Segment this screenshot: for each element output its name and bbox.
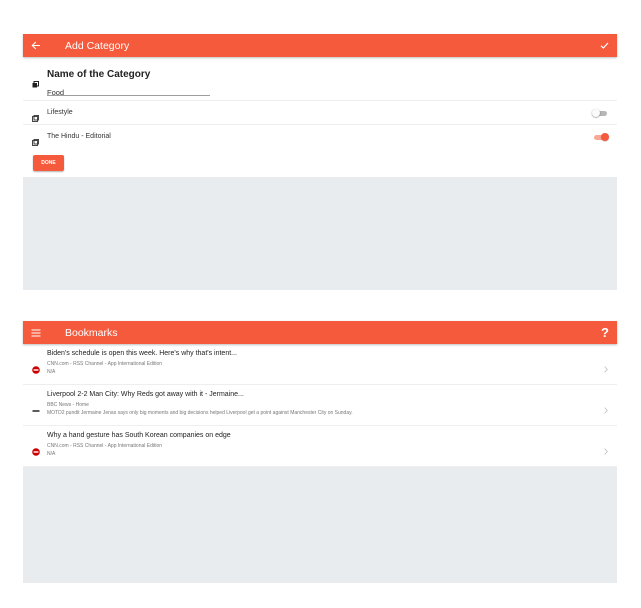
toggle-thumb — [601, 133, 609, 141]
category-stack-icon — [32, 75, 39, 93]
toggle-thumb — [592, 109, 600, 117]
category-name-field-container — [47, 82, 210, 99]
cnn-logo-icon — [32, 361, 40, 379]
menu-hamburger-icon[interactable] — [31, 328, 47, 337]
page-title: Add Category — [65, 39, 130, 52]
bookmark-item[interactable]: Liverpool 2-2 Man City: Why Reds got awa… — [23, 385, 617, 426]
page-title: Bookmarks — [65, 326, 118, 339]
bookmark-item[interactable]: Why a hand gesture has South Korean comp… — [23, 426, 617, 467]
feed-row-the-hindu-editorial[interactable]: The Hindu - Editorial — [23, 124, 617, 148]
help-button[interactable]: ? — [601, 325, 609, 340]
category-name-input[interactable] — [47, 86, 210, 99]
chevron-right-icon — [604, 360, 608, 378]
confirm-check-icon[interactable] — [600, 40, 609, 52]
empty-content-area — [23, 177, 617, 290]
bookmark-source: BBC News - Home — [47, 402, 89, 408]
bookmark-item[interactable]: Biden's schedule is open this week. Here… — [23, 344, 617, 385]
add-category-screen: Add Category Name of the Category Lifest… — [23, 34, 617, 290]
back-arrow-icon[interactable] — [31, 41, 47, 50]
bookmarks-app-bar: Bookmarks ? — [23, 321, 617, 344]
chevron-right-icon — [604, 442, 608, 460]
feed-row-lifestyle[interactable]: Lifestyle — [23, 100, 617, 124]
done-button[interactable]: DONE — [33, 155, 64, 171]
empty-content-area — [23, 467, 617, 583]
bookmark-description: N/A — [47, 369, 56, 375]
add-category-app-bar: Add Category — [23, 34, 617, 57]
bookmark-description: N/A — [47, 451, 56, 457]
category-name-section: Name of the Category — [23, 57, 617, 100]
bookmarks-screen: Bookmarks ? Biden's schedule is open thi… — [23, 321, 617, 583]
bookmark-description: MOTD2 pundit Jermaine Jenas says only bi… — [47, 410, 353, 416]
feed-label: Lifestyle — [47, 109, 73, 116]
bookmark-source: CNN.com - RSS Channel - App Internationa… — [47, 361, 163, 367]
bookmark-title: Why a hand gesture has South Korean comp… — [47, 432, 231, 439]
bookmark-source: CNN.com - RSS Channel - App Internationa… — [47, 443, 163, 449]
bookmark-title: Liverpool 2-2 Man City: Why Reds got awa… — [47, 391, 244, 398]
feed-toggle-the-hindu-editorial[interactable] — [592, 133, 609, 141]
cnn-logo-icon — [32, 443, 40, 461]
category-name-label: Name of the Category — [47, 69, 151, 80]
bbc-logo-icon — [32, 402, 40, 420]
feed-label: The Hindu - Editorial — [47, 133, 111, 140]
feed-icon — [32, 133, 39, 151]
chevron-right-icon — [604, 401, 608, 419]
bookmark-title: Biden's schedule is open this week. Here… — [47, 350, 237, 357]
feed-toggle-lifestyle[interactable] — [592, 109, 609, 117]
